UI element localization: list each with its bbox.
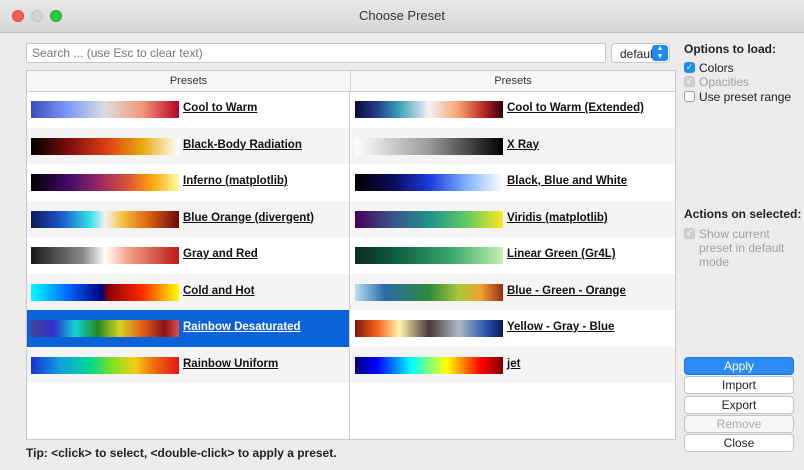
- colors-checkbox[interactable]: ✓ Colors: [684, 61, 734, 75]
- preset-item[interactable]: Black, Blue and White: [351, 164, 675, 201]
- colormap-swatch: [31, 320, 179, 337]
- colormap-swatch: [31, 247, 179, 264]
- preset-name: Cool to Warm: [183, 102, 258, 114]
- preset-mode-value: default: [620, 47, 657, 61]
- use-preset-range-checkbox[interactable]: Use preset range: [684, 90, 791, 104]
- up-down-chevron-icon: ▲ ▼: [652, 45, 668, 61]
- colormap-swatch: [31, 174, 179, 191]
- colormap-swatch: [355, 283, 503, 301]
- preset-name: jet: [507, 357, 521, 370]
- preset-name: Gray and Red: [183, 248, 258, 260]
- preset-mode-select[interactable]: default ▲ ▼: [611, 43, 670, 63]
- preset-name: Black-Body Radiation: [183, 138, 302, 151]
- colormap-swatch: [355, 210, 503, 228]
- preset-item[interactable]: Viridis (matplotlib): [351, 201, 675, 238]
- colormap-swatch: [31, 356, 179, 374]
- table-row: Cold and Hot Blue - Green - Orange: [27, 273, 675, 311]
- opacities-checkbox: ✓ Opacities: [684, 75, 749, 89]
- use-preset-range-label: Use preset range: [699, 90, 792, 104]
- preset-item[interactable]: X Ray: [351, 128, 675, 165]
- close-button[interactable]: Close: [684, 434, 794, 452]
- checkbox-box: [684, 91, 695, 102]
- colormap-swatch: [355, 137, 503, 155]
- preset-name: Yellow - Gray - Blue: [507, 321, 615, 333]
- checkmark-icon: ✓: [684, 62, 695, 73]
- colormap-swatch: [355, 356, 503, 374]
- preset-item[interactable]: Rainbow Uniform: [27, 347, 349, 384]
- preset-rows: Cool to Warm Cool to Warm (Extended) Black…: [27, 91, 675, 383]
- table-row: Gray and Red Linear Green (Gr4L): [27, 237, 675, 274]
- colormap-swatch: [31, 210, 179, 228]
- search-input[interactable]: [26, 43, 606, 63]
- preset-name: Inferno (matplotlib): [183, 175, 288, 187]
- tip-text: Tip: <click> to select, <double-click> t…: [26, 446, 337, 460]
- preset-name: Black, Blue and White: [507, 175, 628, 187]
- preset-name: Cool to Warm (Extended): [507, 102, 644, 114]
- preset-item[interactable]: Inferno (matplotlib): [27, 164, 349, 201]
- preset-name: Viridis (matplotlib): [507, 211, 608, 224]
- actions-heading: Actions on selected:: [684, 207, 802, 221]
- preset-name: X Ray: [507, 138, 539, 151]
- import-button[interactable]: Import: [684, 376, 794, 394]
- title-bar: Choose Preset: [0, 0, 804, 33]
- column-divider: [349, 91, 350, 439]
- column-header[interactable]: Presets: [351, 71, 675, 91]
- table-row: Rainbow Uniform jet: [27, 346, 675, 384]
- preset-name: Cold and Hot: [183, 284, 255, 297]
- preset-item[interactable]: Gray and Red: [27, 237, 349, 274]
- preset-name: Blue Orange (divergent): [183, 211, 314, 224]
- colormap-swatch: [355, 101, 503, 118]
- table-row: Inferno (matplotlib) Black, Blue and Whit…: [27, 164, 675, 201]
- preset-item[interactable]: Yellow - Gray - Blue: [351, 310, 675, 347]
- table-row: Black-Body Radiation X Ray: [27, 127, 675, 165]
- opacities-label: Opacities: [699, 75, 750, 89]
- preset-item[interactable]: Blue - Green - Orange: [351, 274, 675, 311]
- preset-item[interactable]: Cold and Hot: [27, 274, 349, 311]
- colormap-swatch: [31, 137, 179, 155]
- checkmark-icon: ✓: [684, 228, 695, 239]
- preset-name: Blue - Green - Orange: [507, 284, 626, 297]
- presets-table[interactable]: Presets Presets Cool to Warm Cool to Warm…: [26, 70, 676, 440]
- export-button[interactable]: Export: [684, 396, 794, 414]
- colormap-swatch: [31, 283, 179, 301]
- options-heading: Options to load:: [684, 42, 776, 56]
- table-row: Rainbow Desaturated Yellow - Gray - Blue: [27, 310, 675, 347]
- preset-name: Linear Green (Gr4L): [507, 248, 616, 260]
- table-row: Blue Orange (divergent) Viridis (matplotl…: [27, 200, 675, 238]
- colors-label: Colors: [699, 61, 734, 75]
- show-current-preset-label: Show current preset in default mode: [699, 227, 785, 269]
- colormap-swatch: [355, 174, 503, 191]
- checkmark-icon: ✓: [684, 76, 695, 87]
- table-header: Presets Presets: [27, 71, 675, 92]
- preset-name: Rainbow Uniform: [183, 357, 279, 370]
- preset-item[interactable]: Black-Body Radiation: [27, 128, 349, 165]
- window-title: Choose Preset: [359, 8, 445, 23]
- preset-name: Rainbow Desaturated: [183, 321, 301, 333]
- colormap-swatch: [355, 247, 503, 264]
- preset-item[interactable]: jet: [351, 347, 675, 384]
- remove-button: Remove: [684, 415, 794, 433]
- show-current-preset-checkbox: ✓ Show current preset in default mode: [684, 227, 800, 269]
- column-header[interactable]: Presets: [27, 71, 351, 91]
- colormap-swatch: [355, 320, 503, 337]
- table-row: Cool to Warm Cool to Warm (Extended): [27, 91, 675, 128]
- apply-button[interactable]: Apply: [684, 357, 794, 375]
- preset-item[interactable]: Blue Orange (divergent): [27, 201, 349, 238]
- preset-item[interactable]: Rainbow Desaturated: [27, 310, 349, 347]
- preset-item[interactable]: Cool to Warm: [27, 91, 349, 128]
- preset-item[interactable]: Linear Green (Gr4L): [351, 237, 675, 274]
- colormap-swatch: [31, 101, 179, 118]
- preset-item[interactable]: Cool to Warm (Extended): [351, 91, 675, 128]
